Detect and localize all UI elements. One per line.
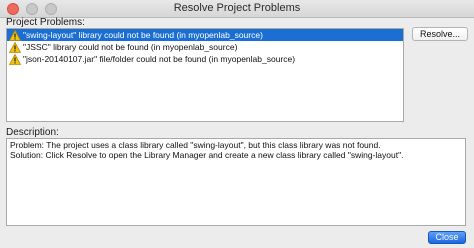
description-problem-line: Problem: The project uses a class librar…: [10, 140, 381, 150]
problem-text: "swing-layout" library could not be foun…: [23, 30, 263, 40]
problems-list[interactable]: "swing-layout" library could not be foun…: [6, 28, 404, 122]
warning-icon: [9, 41, 21, 53]
window-title: Resolve Project Problems: [173, 2, 301, 14]
problem-row[interactable]: "json-20140107.jar" file/folder could no…: [7, 53, 403, 65]
problem-text: "JSSC" library could not be found (in my…: [23, 42, 238, 52]
title-bar: Resolve Project Problems: [0, 0, 474, 18]
description-solution-line: Solution: Click Resolve to open the Libr…: [10, 150, 404, 160]
warning-icon: [9, 53, 21, 65]
close-button[interactable]: Close: [428, 231, 466, 244]
problem-row[interactable]: "swing-layout" library could not be foun…: [7, 29, 403, 41]
description-label: Description:: [6, 127, 59, 138]
problem-row[interactable]: "JSSC" library could not be found (in my…: [7, 41, 403, 53]
description-text-area[interactable]: Problem: The project uses a class librar…: [6, 138, 466, 226]
problems-label: Project Problems:: [6, 17, 85, 28]
problem-text: "json-20140107.jar" file/folder could no…: [23, 54, 296, 64]
resolve-button[interactable]: Resolve...: [412, 27, 468, 41]
warning-icon: [9, 29, 21, 41]
